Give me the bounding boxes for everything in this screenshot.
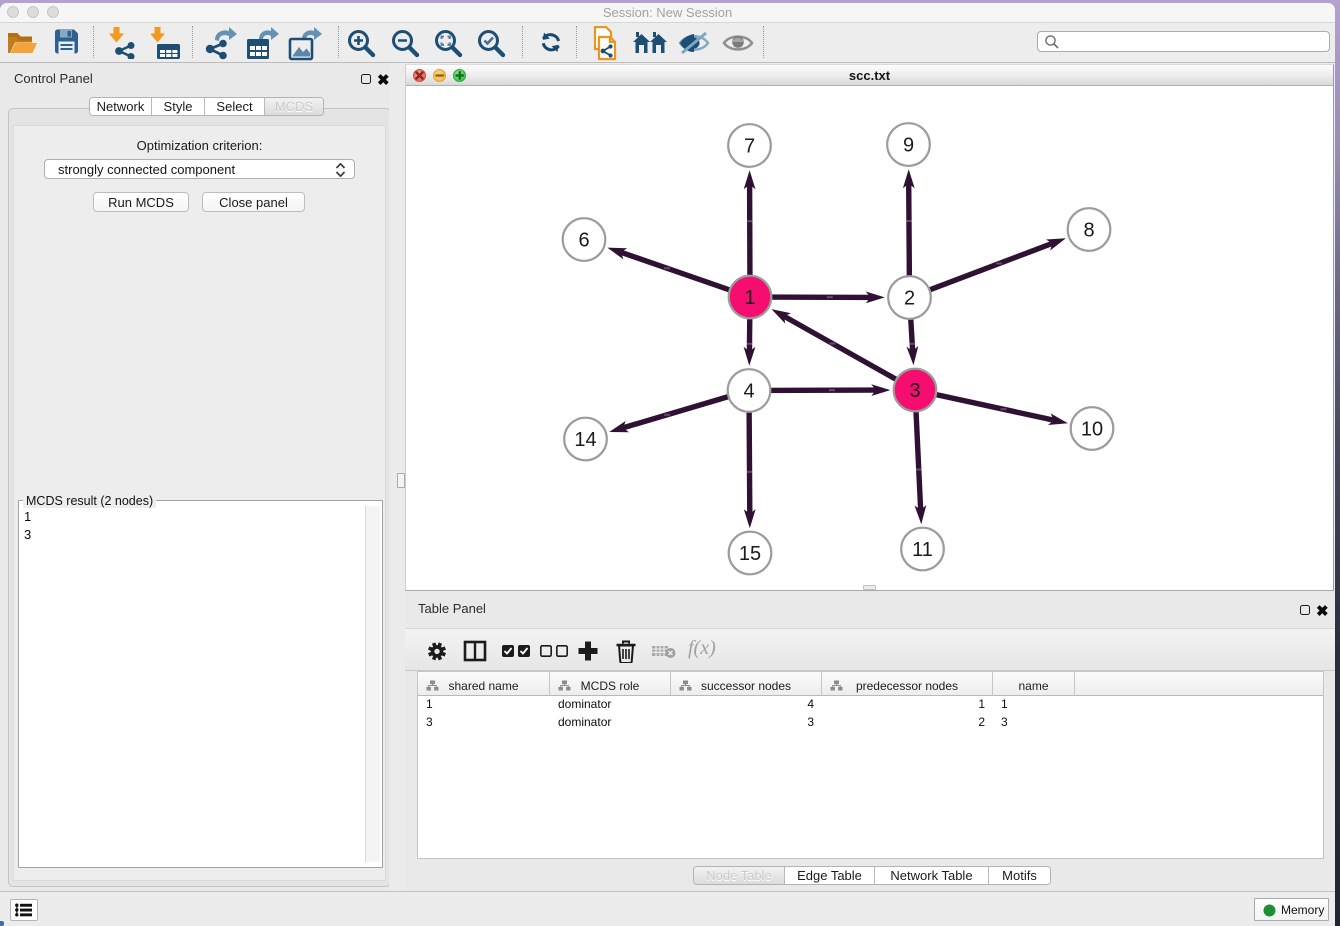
svg-text:4: 4 xyxy=(743,381,754,403)
svg-text:6: 6 xyxy=(578,230,589,252)
svg-text:2: 2 xyxy=(904,288,915,310)
svg-text:3: 3 xyxy=(909,380,920,402)
svg-text:8: 8 xyxy=(1083,220,1094,242)
svg-text:9: 9 xyxy=(903,135,914,157)
svg-text:11: 11 xyxy=(912,539,933,561)
svg-text:14: 14 xyxy=(574,429,596,451)
svg-text:15: 15 xyxy=(739,543,761,565)
svg-text:1: 1 xyxy=(744,287,755,309)
svg-text:7: 7 xyxy=(744,136,755,158)
svg-text:10: 10 xyxy=(1081,419,1103,441)
